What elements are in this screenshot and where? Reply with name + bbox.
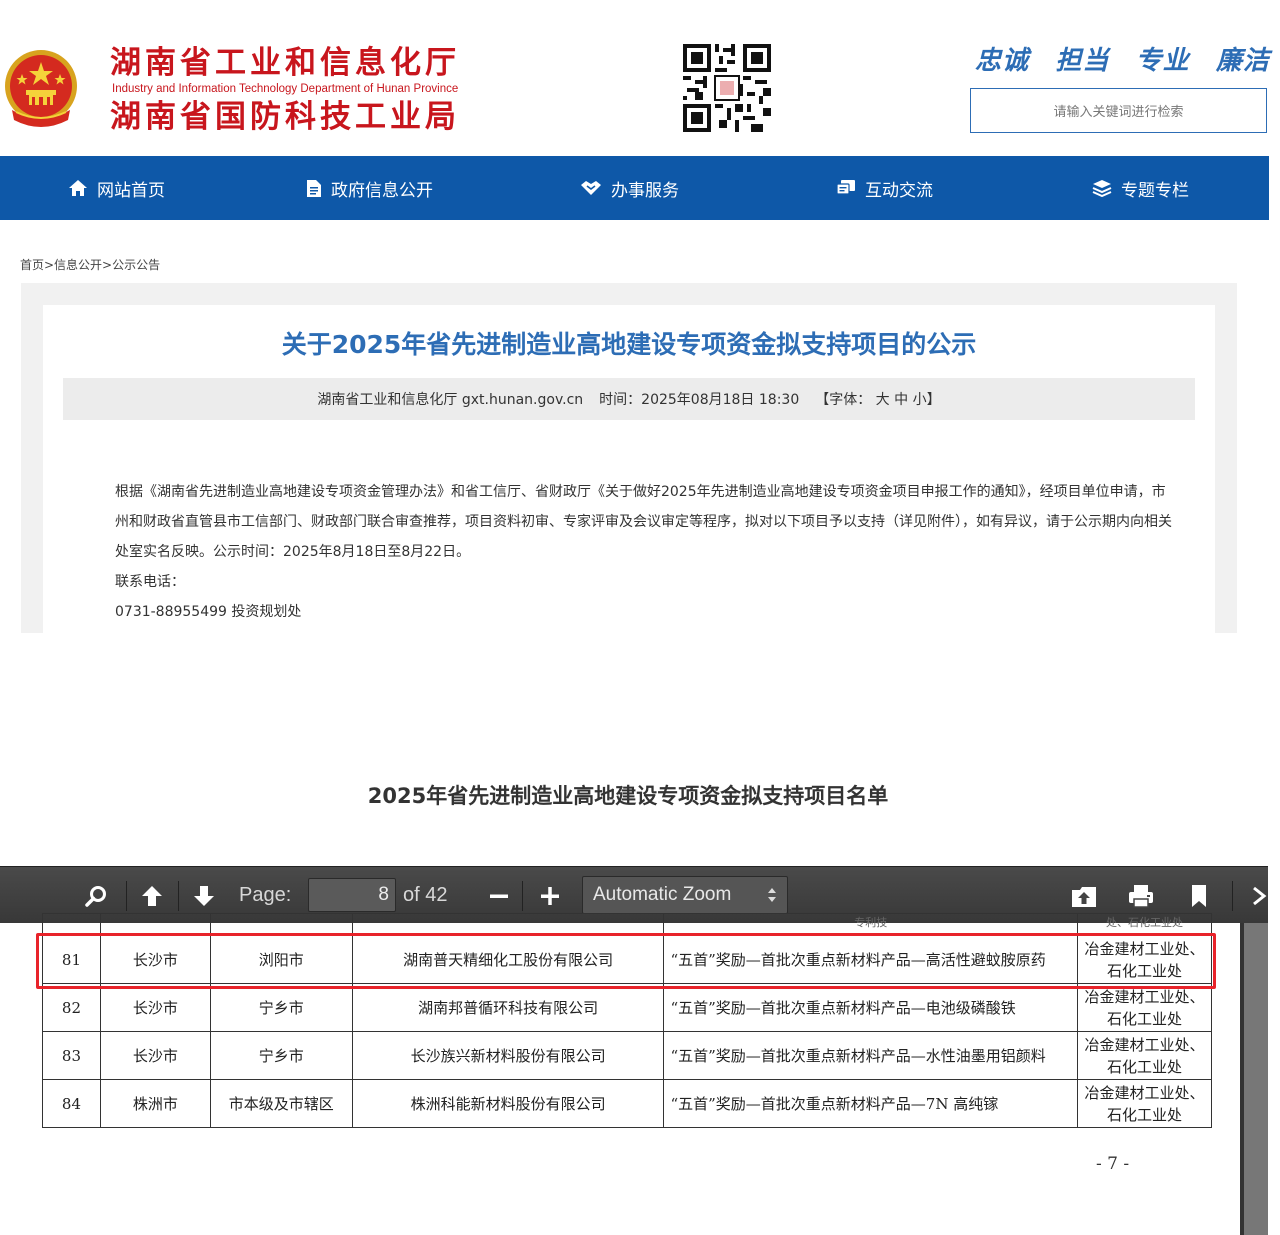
nav-item-home[interactable]: 网站首页 — [68, 156, 165, 220]
row-city: 株洲市 — [99, 1079, 211, 1128]
site-header: 湖南省工业和信息化厅 Industry and Information Tech… — [0, 0, 1280, 156]
qr-code-icon — [683, 44, 771, 132]
zoom-select[interactable]: Automatic Zoom — [582, 876, 788, 914]
row-project: “五首”奖励—首批次重点新材料产品—7N 高纯镓 — [663, 1079, 1079, 1128]
table-row: 83 长沙市 宁乡市 长沙族兴新材料股份有限公司 “五首”奖励—首批次重点新材料… — [42, 1031, 1212, 1080]
nav-item-topics[interactable]: 专题专栏 — [1092, 156, 1189, 220]
row-county: 宁乡市 — [209, 983, 353, 1032]
bookmark-icon — [1192, 884, 1206, 907]
chat-icon — [836, 180, 855, 195]
page-number-input[interactable]: 8 — [308, 878, 396, 912]
plus-icon — [541, 886, 559, 905]
contact-phone: 0731-88955499 投资规划处 — [115, 604, 302, 620]
table-cell — [99, 913, 211, 936]
row-city: 长沙市 — [99, 1031, 211, 1080]
minus-icon — [490, 894, 508, 898]
row-project: “五首”奖励—首批次重点新材料产品—水性油墨用铝颜料 — [663, 1031, 1079, 1080]
row-city: 长沙市 — [99, 935, 211, 984]
table-row-partial: 专利技 处、石化工业处 — [42, 913, 1212, 936]
list-title: 2025年省先进制造业高地建设专项资金拟支持项目名单 — [367, 784, 889, 808]
motto-word: 忠诚 — [975, 46, 1030, 76]
org-name-english: Industry and Information Technology Depa… — [112, 83, 459, 95]
nav-item-services[interactable]: 办事服务 — [580, 156, 679, 220]
motto-word: 专业 — [1135, 46, 1190, 76]
row-company: 湖南邦普循环科技有限公司 — [351, 983, 665, 1032]
nav-item-label: 互动交流 — [865, 180, 933, 201]
row-department: 冶金建材工业处、石化工业处 — [1077, 983, 1212, 1032]
article-source: 湖南省工业和信息化厅 gxt.hunan.gov.cn — [317, 392, 584, 408]
org-name-primary: 湖南省工业和信息化厅 — [110, 45, 460, 81]
row-county: 宁乡市 — [209, 1031, 353, 1080]
table-row: 82 长沙市 宁乡市 湖南邦普循环科技有限公司 “五首”奖励—首批次重点新材料产… — [42, 983, 1212, 1032]
table-cell — [42, 913, 101, 936]
layers-icon — [1092, 180, 1112, 197]
row-number: 84 — [42, 1079, 101, 1128]
contact-label: 联系电话： — [115, 574, 185, 590]
article-panel: 关于2025年省先进制造业高地建设专项资金拟支持项目的公示 湖南省工业和信息化厅… — [43, 305, 1215, 633]
motto-word: 廉洁 — [1215, 46, 1270, 76]
row-project: “五首”奖励—首批次重点新材料产品—高活性避蚊胺原药 — [663, 935, 1079, 984]
document-icon — [307, 179, 321, 197]
article-body: 根据《湖南省先进制造业高地建设专项资金管理办法》和省工信厅、省财政厅《关于做好2… — [85, 477, 1175, 627]
tools-button[interactable] — [1252, 867, 1268, 924]
row-company: 湖南普天精细化工股份有限公司 — [351, 935, 665, 984]
project-table: 专利技 处、石化工业处 81 长沙市 浏阳市 湖南普天精细化工股份有限公司 “五… — [42, 913, 1212, 1128]
page-number-value: 8 — [378, 884, 389, 905]
arrow-down-icon — [194, 885, 214, 906]
row-number: 82 — [42, 983, 101, 1032]
chevron-right-icon — [1253, 886, 1267, 905]
table-cell — [351, 913, 665, 936]
nav-item-label: 办事服务 — [611, 180, 679, 201]
row-number: 83 — [42, 1031, 101, 1080]
pdf-page-number: - 7 - — [1096, 1154, 1130, 1174]
home-icon — [69, 180, 87, 196]
search-input[interactable]: 请输入关键词进行检索 — [970, 88, 1267, 133]
nav-item-gov-info[interactable]: 政府信息公开 — [306, 156, 433, 220]
org-name-secondary: 湖南省国防科技工业局 — [110, 99, 460, 135]
table-cell: 处、石化工业处 — [1077, 913, 1212, 936]
nav-item-label: 网站首页 — [97, 180, 165, 201]
open-file-icon — [1072, 886, 1096, 907]
printer-icon — [1129, 884, 1153, 908]
article-time: 时间：2025年08月18日 18:30 — [599, 392, 800, 408]
breadcrumb[interactable]: 首页>信息公开>公示公告 — [20, 256, 160, 273]
row-county: 市本级及市辖区 — [209, 1079, 353, 1128]
zoom-value: Automatic Zoom — [593, 884, 732, 905]
motto: 忠诚 担当 专业 廉洁 — [975, 40, 1270, 77]
national-emblem-icon — [5, 50, 77, 127]
table-row: 84 株洲市 市本级及市辖区 株洲科能新材料股份有限公司 “五首”奖励—首批次重… — [42, 1079, 1212, 1128]
motto-word: 担当 — [1055, 46, 1110, 76]
select-arrows-icon — [768, 888, 776, 902]
main-nav: 网站首页 政府信息公开 办事服务 互动交流 专题专栏 — [0, 156, 1269, 220]
row-project: “五首”奖励—首批次重点新材料产品—电池级磷酸铁 — [663, 983, 1079, 1032]
row-number: 81 — [42, 935, 101, 984]
row-department: 冶金建材工业处、石化工业处 — [1077, 1031, 1212, 1080]
table-cell — [209, 913, 353, 936]
pdf-scrollbar[interactable] — [1240, 923, 1268, 1235]
article-paragraph: 根据《湖南省先进制造业高地建设专项资金管理办法》和省工信厅、省财政厅《关于做好2… — [115, 484, 1172, 560]
arrow-up-icon — [142, 885, 162, 906]
search-icon — [85, 885, 106, 907]
row-department: 冶金建材工业处、石化工业处 — [1077, 1079, 1212, 1128]
table-row: 81 长沙市 浏阳市 湖南普天精细化工股份有限公司 “五首”奖励—首批次重点新材… — [42, 935, 1212, 984]
row-company: 株洲科能新材料股份有限公司 — [351, 1079, 665, 1128]
article-meta-bar: 湖南省工业和信息化厅 gxt.hunan.gov.cn 时间：2025年08月1… — [63, 378, 1195, 420]
nav-item-label: 专题专栏 — [1121, 180, 1189, 201]
font-size-switch[interactable]: 【字体： 大 中 小】 — [815, 389, 940, 409]
article-title: 关于2025年省先进制造业高地建设专项资金拟支持项目的公示 — [281, 330, 977, 359]
org-names: 湖南省工业和信息化厅 Industry and Information Tech… — [110, 44, 510, 136]
table-cell: 专利技 — [663, 913, 1079, 936]
search-placeholder: 请输入关键词进行检索 — [1053, 105, 1184, 120]
nav-item-label: 政府信息公开 — [331, 180, 433, 201]
row-county: 浏阳市 — [209, 935, 353, 984]
row-department: 冶金建材工业处、石化工业处 — [1077, 935, 1212, 984]
nav-item-interaction[interactable]: 互动交流 — [836, 156, 933, 220]
handshake-icon — [581, 181, 601, 195]
row-company: 长沙族兴新材料股份有限公司 — [351, 1031, 665, 1080]
article-container: 关于2025年省先进制造业高地建设专项资金拟支持项目的公示 湖南省工业和信息化厅… — [21, 283, 1237, 633]
row-city: 长沙市 — [99, 983, 211, 1032]
